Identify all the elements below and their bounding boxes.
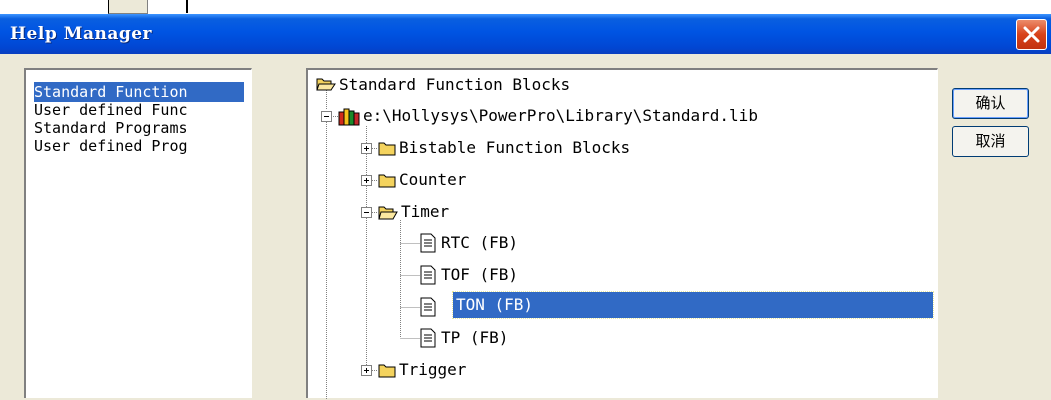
category-item-user-defined-prog[interactable]: User defined Prog	[34, 136, 244, 156]
folder-timer-label: Timer	[401, 202, 450, 221]
document-icon	[420, 233, 436, 253]
plus-icon	[364, 146, 369, 151]
folder-trigger[interactable]: Trigger	[396, 357, 469, 383]
close-button[interactable]	[1016, 19, 1047, 50]
collapse-toggle-timer[interactable]	[361, 207, 372, 218]
category-item-standard-programs[interactable]: Standard Programs	[34, 118, 244, 138]
block-rtc-label: RTC (FB)	[441, 233, 519, 252]
folder-icon	[378, 174, 396, 188]
category-item-standard-function[interactable]: Standard Function	[34, 82, 244, 102]
document-icon	[420, 297, 436, 317]
folder-counter[interactable]: Counter	[396, 167, 469, 193]
plus-icon	[364, 368, 369, 373]
folder-trigger-label: Trigger	[399, 360, 467, 379]
category-item-user-defined-func[interactable]: User defined Func	[34, 100, 244, 120]
library-books-icon	[338, 108, 360, 126]
tree-root-label: Standard Function Blocks	[339, 75, 571, 94]
title-bar[interactable]: Help Manager	[0, 14, 1051, 54]
folder-bistable[interactable]: Bistable Function Blocks	[396, 135, 633, 161]
plus-icon	[364, 178, 369, 183]
folder-counter-label: Counter	[399, 170, 467, 189]
folder-icon	[378, 142, 396, 156]
tree-root-node[interactable]: Standard Function Blocks	[336, 72, 573, 98]
close-icon	[1023, 26, 1040, 43]
expand-toggle-counter[interactable]	[361, 175, 372, 186]
block-tp[interactable]: TP (FB)	[438, 325, 511, 351]
collapse-toggle[interactable]	[321, 111, 332, 122]
minus-icon	[364, 212, 369, 213]
block-tof[interactable]: TOF (FB)	[438, 262, 521, 288]
category-list[interactable]: Standard Function User defined Func Stan…	[24, 68, 252, 398]
folder-icon	[378, 364, 396, 378]
dialog-title: Help Manager	[10, 24, 153, 44]
expand-toggle-bistable[interactable]	[361, 143, 372, 154]
folder-bistable-label: Bistable Function Blocks	[399, 138, 631, 157]
background-toolbar-button	[108, 0, 148, 14]
background-separator	[186, 0, 188, 13]
library-path-label: e:\Hollysys\PowerPro\Library\Standard.li…	[363, 106, 758, 125]
open-folder-icon	[378, 206, 398, 220]
block-tof-label: TOF (FB)	[441, 265, 519, 284]
function-block-tree[interactable]: Standard Function Blocks e:\Hollysys\Pow…	[306, 68, 938, 400]
cancel-button[interactable]: 取消	[952, 126, 1029, 157]
block-rtc[interactable]: RTC (FB)	[438, 230, 521, 256]
block-ton[interactable]: TON (FB)	[452, 291, 934, 319]
expand-toggle-trigger[interactable]	[361, 365, 372, 376]
folder-timer[interactable]: Timer	[398, 199, 452, 225]
document-icon	[420, 328, 436, 348]
open-folder-icon	[316, 78, 336, 91]
library-node[interactable]: e:\Hollysys\PowerPro\Library\Standard.li…	[360, 103, 761, 129]
block-tp-label: TP (FB)	[441, 328, 509, 347]
background-window-strip	[0, 0, 1051, 14]
minus-icon	[324, 116, 329, 117]
ok-button[interactable]: 确认	[952, 88, 1029, 119]
document-icon	[420, 265, 436, 285]
block-ton-label: TON (FB)	[452, 291, 934, 319]
